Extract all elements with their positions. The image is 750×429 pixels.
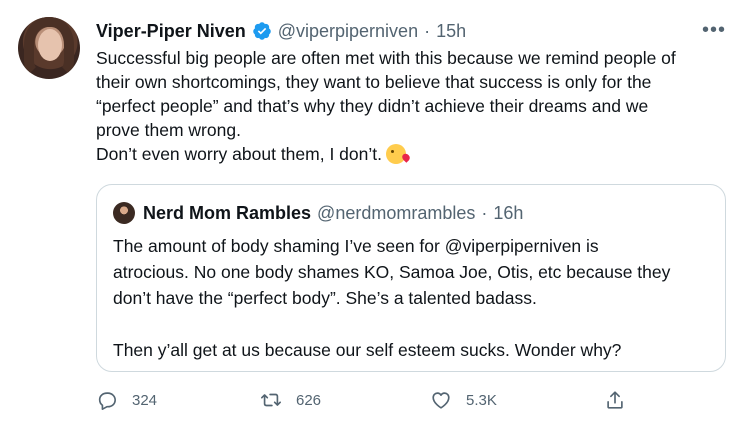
kissing-face-heart-emoji-icon bbox=[385, 144, 406, 164]
separator-dot: · bbox=[424, 20, 431, 41]
quoted-author-handle: @nerdmomrambles bbox=[317, 202, 476, 223]
tweet-timestamp[interactable]: 15h bbox=[436, 21, 466, 42]
share-button[interactable] bbox=[604, 389, 640, 411]
tweet-card[interactable]: Viper-Piper Niven @viperpiperniven · 15h… bbox=[0, 0, 750, 429]
author-name[interactable]: Viper-Piper Niven bbox=[96, 21, 246, 42]
author-avatar[interactable] bbox=[18, 17, 80, 79]
tweet-header: Viper-Piper Niven @viperpiperniven · 15h… bbox=[96, 18, 730, 44]
quoted-separator-dot: · bbox=[481, 202, 488, 223]
share-icon bbox=[607, 391, 623, 409]
quoted-tweet-header: Nerd Mom Rambles @nerdmomrambles · 16h bbox=[113, 201, 523, 225]
retweet-icon bbox=[261, 393, 281, 407]
more-options-icon[interactable]: ••• bbox=[702, 20, 726, 40]
quoted-timestamp: 16h bbox=[493, 202, 524, 223]
tweet-text: Successful big people are often met with… bbox=[96, 46, 736, 166]
retweet-button[interactable]: 626 bbox=[260, 389, 321, 411]
tweet-actions: 324 626 5.3K bbox=[96, 386, 636, 414]
quoted-tweet-text: The amount of body shaming I’ve seen for… bbox=[113, 236, 671, 360]
retweet-count: 626 bbox=[296, 391, 322, 409]
reply-count: 324 bbox=[132, 391, 158, 409]
tweet-text-content: Successful big people are often met with… bbox=[96, 48, 676, 164]
quoted-author-avatar bbox=[113, 202, 135, 224]
avatar-face bbox=[38, 29, 62, 61]
like-button[interactable]: 5.3K bbox=[430, 389, 497, 411]
quoted-author-name: Nerd Mom Rambles bbox=[143, 202, 312, 223]
verified-badge-icon bbox=[252, 21, 272, 41]
quoted-tweet[interactable]: Nerd Mom Rambles @nerdmomrambles · 16h T… bbox=[96, 184, 726, 372]
author-handle[interactable]: @viperpiperniven bbox=[278, 21, 418, 42]
reply-icon bbox=[98, 392, 116, 410]
like-count: 5.3K bbox=[466, 391, 497, 409]
heart-icon bbox=[432, 392, 450, 409]
reply-button[interactable]: 324 bbox=[96, 389, 157, 411]
